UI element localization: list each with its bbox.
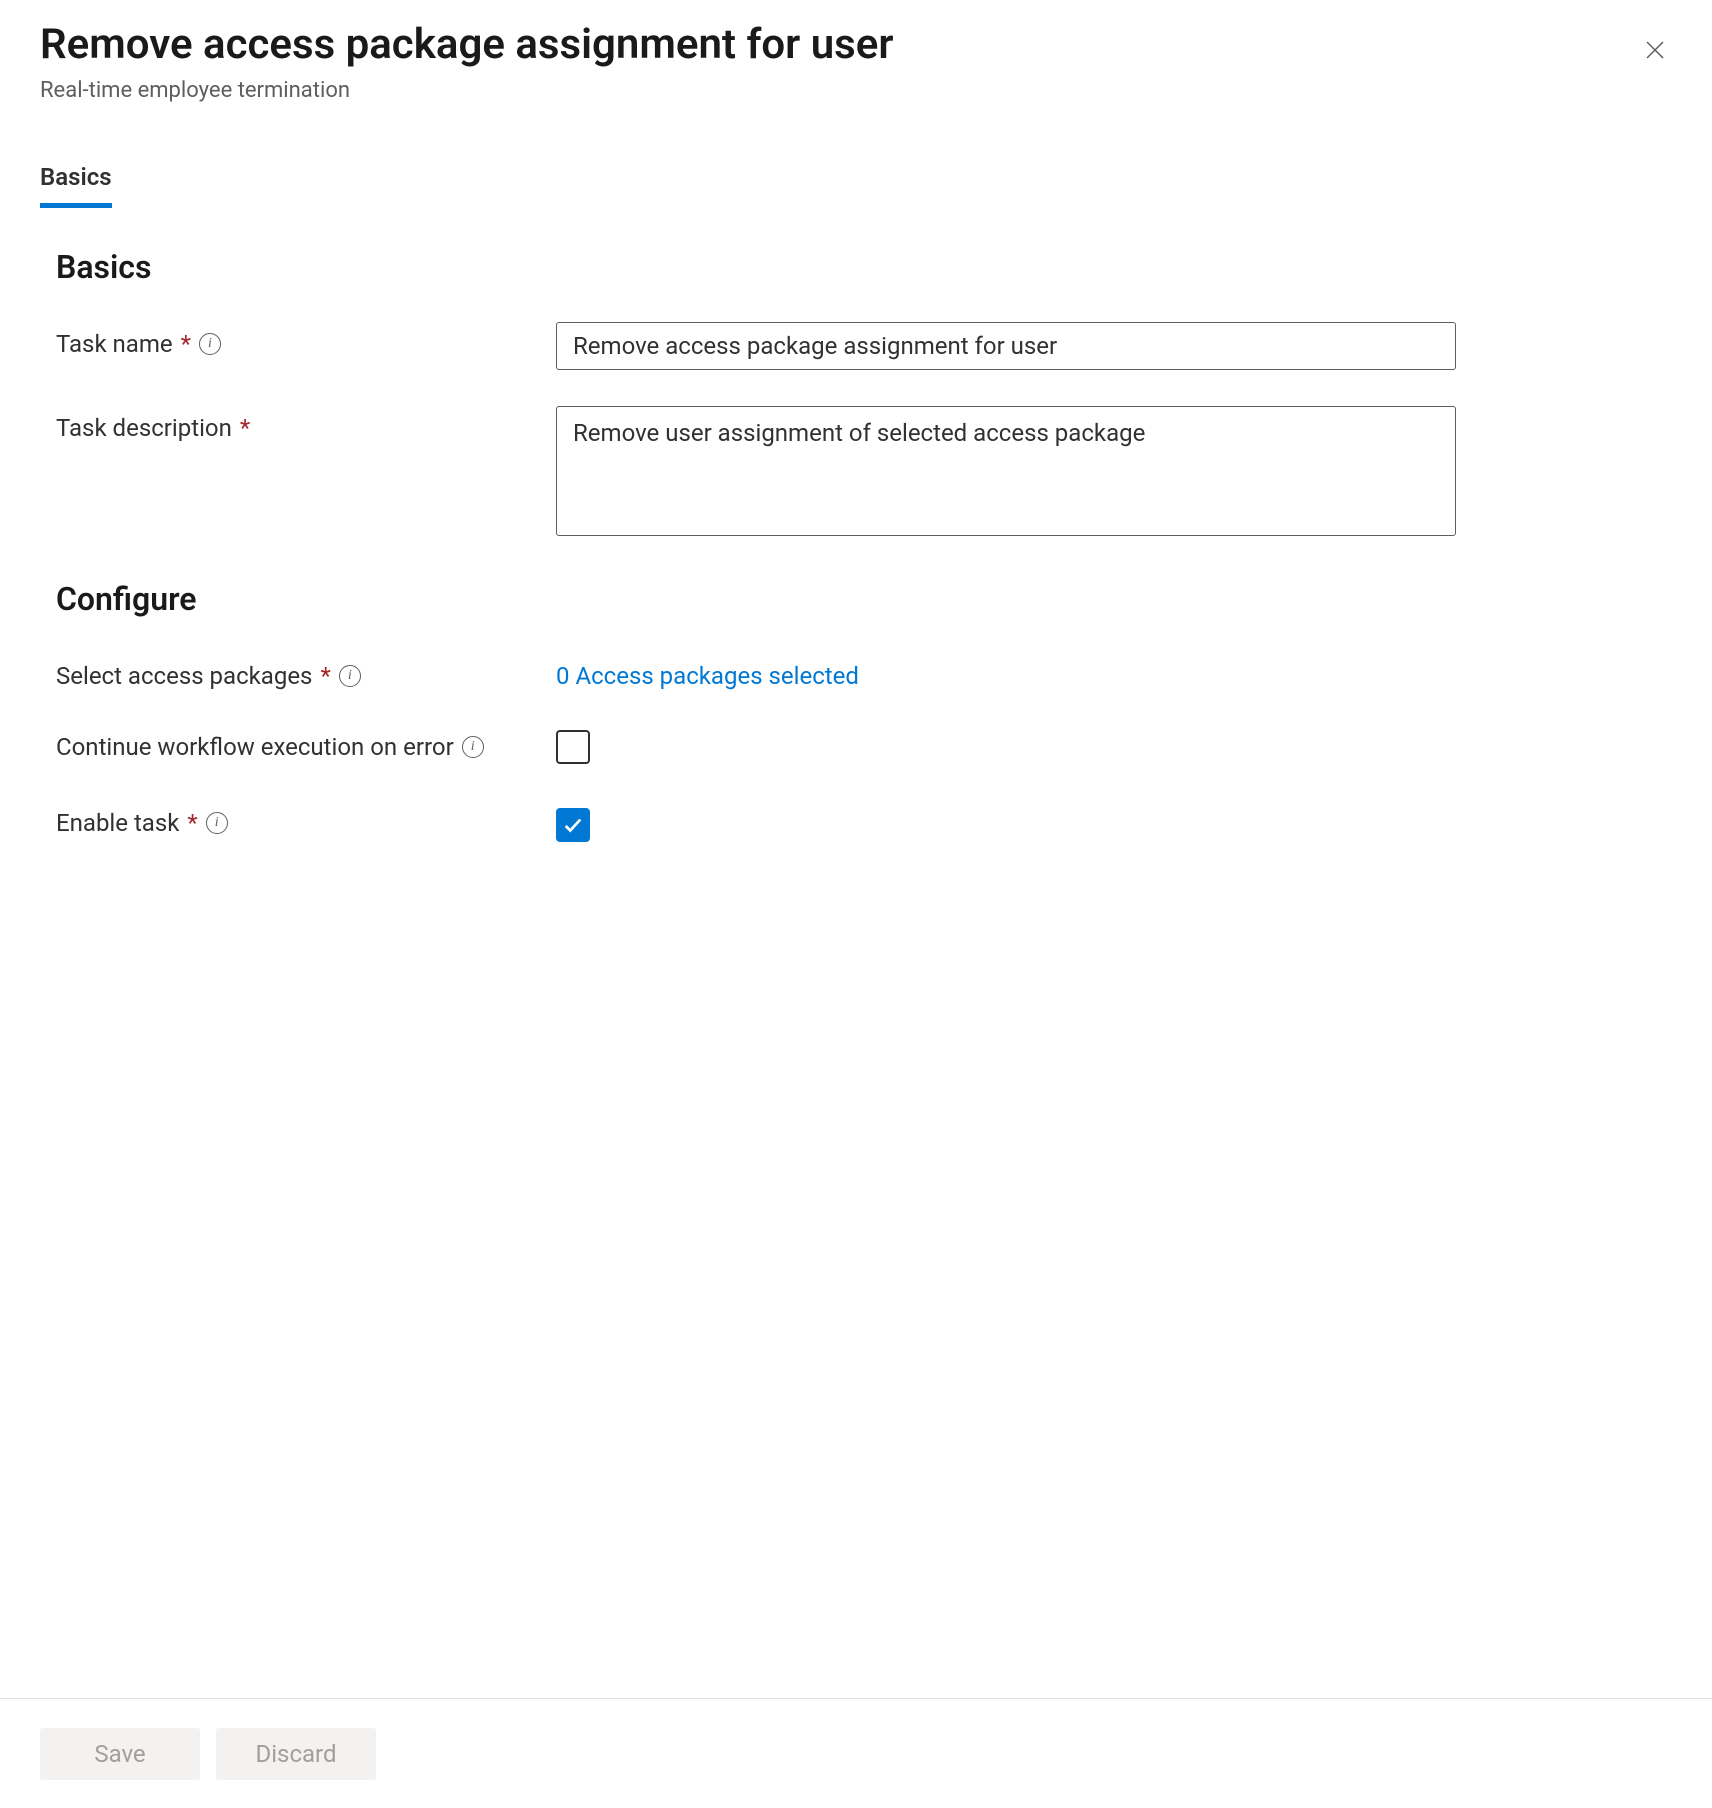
section-title-configure: Configure — [56, 580, 1672, 618]
enable-task-checkbox[interactable] — [556, 808, 590, 842]
info-icon[interactable]: i — [339, 665, 361, 687]
enable-task-label: Enable task — [56, 809, 179, 837]
close-icon — [1643, 38, 1667, 62]
page-title: Remove access package assignment for use… — [40, 20, 893, 70]
tab-bar: Basics — [40, 163, 1672, 208]
info-icon[interactable]: i — [206, 812, 228, 834]
task-name-input[interactable] — [556, 322, 1456, 370]
required-indicator: * — [181, 330, 191, 358]
section-title-basics: Basics — [56, 248, 1672, 286]
required-indicator: * — [240, 414, 250, 442]
select-access-packages-link[interactable]: 0 Access packages selected — [556, 654, 859, 690]
page-subtitle: Real-time employee termination — [40, 78, 893, 103]
required-indicator: * — [187, 809, 197, 837]
checkmark-icon — [562, 814, 584, 836]
footer-bar: Save Discard — [0, 1698, 1712, 1808]
task-description-input[interactable] — [556, 406, 1456, 536]
close-button[interactable] — [1633, 28, 1677, 75]
info-icon[interactable]: i — [199, 333, 221, 355]
tab-basics[interactable]: Basics — [40, 163, 112, 208]
task-description-label: Task description — [56, 414, 232, 442]
required-indicator: * — [320, 662, 330, 690]
continue-on-error-label: Continue workflow execution on error — [56, 733, 454, 761]
continue-on-error-checkbox[interactable] — [556, 730, 590, 764]
task-name-label: Task name — [56, 330, 173, 358]
save-button[interactable]: Save — [40, 1728, 200, 1780]
discard-button[interactable]: Discard — [216, 1728, 376, 1780]
select-packages-label: Select access packages — [56, 662, 312, 690]
info-icon[interactable]: i — [462, 736, 484, 758]
